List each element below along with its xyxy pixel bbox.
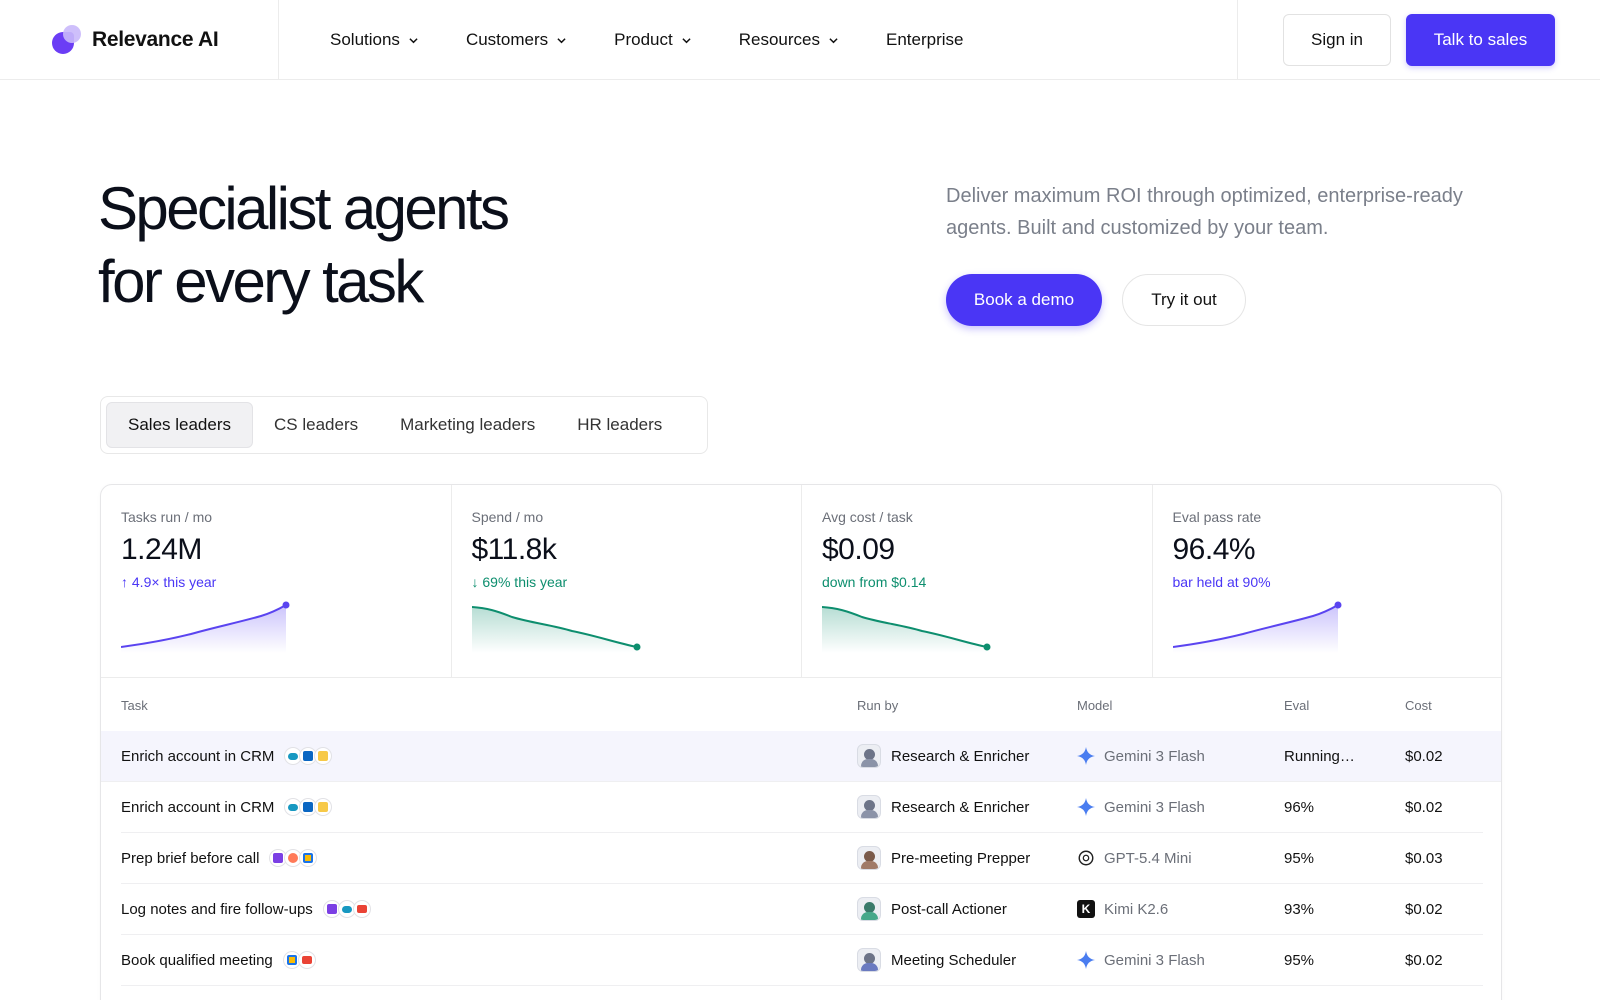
task-name: Book qualified meeting xyxy=(121,951,273,969)
cost-value: $0.02 xyxy=(1405,747,1443,765)
agent-name: Research & Enricher xyxy=(891,798,1030,816)
eval-value: 96% xyxy=(1284,798,1315,816)
brand-name: Relevance AI xyxy=(92,28,219,51)
cost-value: $0.02 xyxy=(1405,900,1443,918)
stat-tasks-run: Tasks run / mo 1.24M ↑ 4.9× this year xyxy=(101,485,452,678)
model-name: Gemini 3 Flash xyxy=(1104,951,1205,969)
tab-hr-leaders[interactable]: HR leaders xyxy=(556,402,683,448)
eval-value: 95% xyxy=(1284,849,1315,867)
top-nav: Relevance AI Solutions Customers Product… xyxy=(0,0,1600,80)
model-name: Gemini 3 Flash xyxy=(1104,798,1205,816)
apollo-icon xyxy=(314,747,333,765)
agent-name: Research & Enricher xyxy=(891,747,1030,765)
talk-to-sales-button[interactable]: Talk to sales xyxy=(1406,14,1555,66)
model-name: Gemini 3 Flash xyxy=(1104,747,1205,765)
table-row[interactable]: Prep brief before call Pre-meeting Prepp… xyxy=(121,833,1483,884)
nav-divider xyxy=(1237,0,1238,80)
tab-sales-leaders[interactable]: Sales leaders xyxy=(106,402,254,448)
stat-delta: down from $0.14 xyxy=(822,574,927,590)
model-name: Kimi K2.6 xyxy=(1104,900,1169,918)
col-header-cost: Cost xyxy=(1405,698,1432,713)
nav-solutions[interactable]: Solutions xyxy=(330,27,418,53)
sparkline-up xyxy=(1172,601,1341,653)
stat-value: $0.09 xyxy=(822,533,895,566)
col-header-run-by: Run by xyxy=(857,698,899,713)
google-calendar-icon xyxy=(299,849,318,867)
chevron-down-icon xyxy=(682,37,691,43)
task-name: Enrich account in CRM xyxy=(121,798,275,816)
agent-avatar xyxy=(857,948,881,972)
nav-customers[interactable]: Customers xyxy=(466,27,566,53)
nav-resources[interactable]: Resources xyxy=(739,27,838,53)
model-name: GPT-5.4 Mini xyxy=(1104,849,1192,867)
gemini-icon xyxy=(1077,798,1095,816)
agent-avatar xyxy=(857,744,881,768)
sparkline-down xyxy=(471,606,640,653)
stat-value: $11.8k xyxy=(471,533,557,566)
hero-title: Specialist agents for every task xyxy=(98,175,510,315)
stats-row: Tasks run / mo 1.24M ↑ 4.9× this year Sp… xyxy=(101,485,1502,678)
agent-avatar xyxy=(857,846,881,870)
stat-eval-pass: Eval pass rate 96.4% bar held at 90% xyxy=(1153,485,1502,678)
kimi-icon: K xyxy=(1077,900,1095,918)
stat-delta: bar held at 90% xyxy=(1172,574,1271,590)
tab-marketing-leaders[interactable]: Marketing leaders xyxy=(379,402,556,448)
chevron-down-icon xyxy=(557,37,566,43)
stat-label: Spend / mo xyxy=(471,509,544,525)
eval-value: 95% xyxy=(1284,951,1315,969)
cost-value: $0.03 xyxy=(1405,849,1443,867)
agent-name: Pre-meeting Prepper xyxy=(891,849,1031,867)
stat-spend: Spend / mo $11.8k ↓ 69% this year xyxy=(452,485,802,678)
gmail-icon xyxy=(297,951,316,969)
try-it-out-button[interactable]: Try it out xyxy=(1122,274,1246,326)
gemini-icon xyxy=(1077,951,1095,969)
hero-subtitle: Deliver maximum ROI through optimized, e… xyxy=(946,185,1463,239)
gmail-icon xyxy=(352,900,371,918)
sign-in-button[interactable]: Sign in xyxy=(1283,14,1391,66)
col-header-task: Task xyxy=(121,698,148,713)
gemini-icon xyxy=(1077,747,1095,765)
nav-divider xyxy=(278,0,279,80)
chevron-down-icon xyxy=(409,37,418,43)
col-header-model: Model xyxy=(1077,698,1113,713)
stat-label: Tasks run / mo xyxy=(121,509,213,525)
table-row[interactable]: Log notes and fire follow-ups Post-call … xyxy=(121,884,1483,935)
agent-name: Post-call Actioner xyxy=(891,900,1007,918)
agent-avatar xyxy=(857,795,881,819)
eval-value: Running… xyxy=(1284,747,1355,765)
stat-value: 1.24M xyxy=(121,533,202,566)
stat-delta: ↓ 69% this year xyxy=(471,574,568,590)
sparkline-up xyxy=(121,601,290,653)
stat-label: Avg cost / task xyxy=(822,509,913,525)
task-name: Prep brief before call xyxy=(121,849,260,867)
agent-avatar xyxy=(857,897,881,921)
cost-value: $0.02 xyxy=(1405,798,1443,816)
nav-links: Solutions Customers Product Resources En… xyxy=(330,27,1011,53)
sparkline-down xyxy=(822,606,991,653)
stat-avg-cost: Avg cost / task $0.09 down from $0.14 xyxy=(802,485,1153,678)
table-row[interactable]: Enrich account in CRM Research & Enriche… xyxy=(101,731,1501,782)
col-header-eval: Eval xyxy=(1284,698,1310,713)
task-name: Enrich account in CRM xyxy=(121,747,275,765)
stat-value: 96.4% xyxy=(1172,533,1256,566)
table-row[interactable]: Enrich account in CRM Research & Enriche… xyxy=(121,782,1483,833)
brand-logo[interactable]: Relevance AI xyxy=(52,22,219,58)
nav-product[interactable]: Product xyxy=(614,27,691,53)
stat-delta: ↑ 4.9× this year xyxy=(121,574,217,590)
cost-value: $0.02 xyxy=(1405,951,1443,969)
chevron-down-icon xyxy=(829,37,838,43)
agent-name: Meeting Scheduler xyxy=(891,951,1017,969)
audience-tabs: Sales leaders CS leaders Marketing leade… xyxy=(100,396,708,454)
stat-label: Eval pass rate xyxy=(1172,509,1262,525)
task-name: Log notes and fire follow-ups xyxy=(121,900,313,918)
dashboard-card: Tasks run / mo 1.24M ↑ 4.9× this year Sp… xyxy=(100,484,1502,1000)
eval-value: 93% xyxy=(1284,900,1315,918)
nav-enterprise[interactable]: Enterprise xyxy=(886,27,963,53)
openai-icon xyxy=(1077,849,1095,867)
apollo-icon xyxy=(314,798,333,816)
book-demo-button[interactable]: Book a demo xyxy=(946,274,1102,326)
table-row[interactable]: Book qualified meeting Meeting Scheduler… xyxy=(121,935,1483,986)
relevance-logo-icon xyxy=(52,24,84,56)
tab-cs-leaders[interactable]: CS leaders xyxy=(253,402,379,448)
